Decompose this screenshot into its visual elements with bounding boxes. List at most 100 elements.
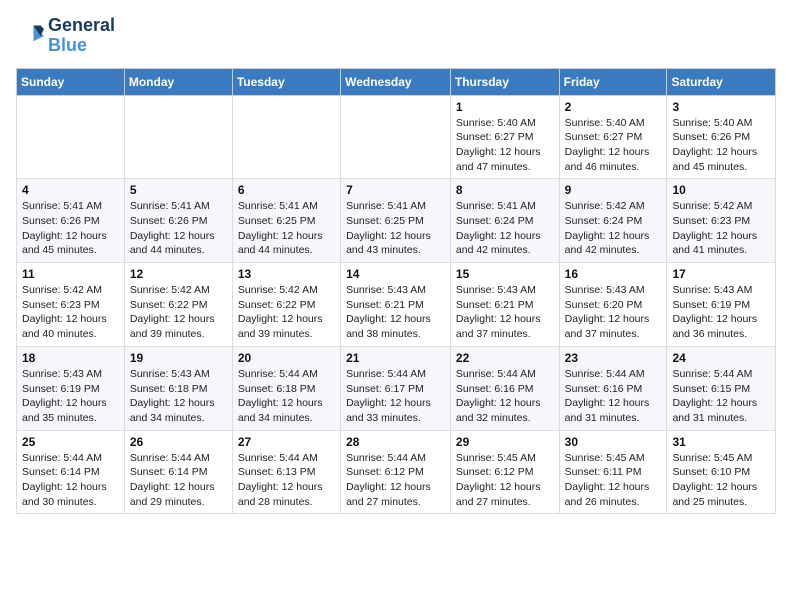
cell-info: Sunrise: 5:42 AM Sunset: 6:23 PM Dayligh… bbox=[22, 283, 119, 342]
day-number: 13 bbox=[238, 267, 335, 281]
weekday-header: Monday bbox=[124, 68, 232, 95]
calendar-cell: 14 Sunrise: 5:43 AM Sunset: 6:21 PM Dayli… bbox=[341, 263, 451, 347]
calendar-cell: 27 Sunrise: 5:44 AM Sunset: 6:13 PM Dayli… bbox=[232, 430, 340, 514]
cell-info: Sunrise: 5:40 AM Sunset: 6:26 PM Dayligh… bbox=[672, 116, 770, 175]
day-number: 10 bbox=[672, 183, 770, 197]
calendar-cell: 7 Sunrise: 5:41 AM Sunset: 6:25 PM Daylig… bbox=[341, 179, 451, 263]
day-number: 8 bbox=[456, 183, 554, 197]
logo-icon bbox=[16, 22, 44, 50]
calendar-cell: 12 Sunrise: 5:42 AM Sunset: 6:22 PM Dayli… bbox=[124, 263, 232, 347]
calendar-cell: 19 Sunrise: 5:43 AM Sunset: 6:18 PM Dayli… bbox=[124, 346, 232, 430]
cell-info: Sunrise: 5:42 AM Sunset: 6:23 PM Dayligh… bbox=[672, 199, 770, 258]
calendar-cell: 31 Sunrise: 5:45 AM Sunset: 6:10 PM Dayli… bbox=[667, 430, 776, 514]
calendar-cell: 17 Sunrise: 5:43 AM Sunset: 6:19 PM Dayli… bbox=[667, 263, 776, 347]
calendar-cell: 16Sunrise: 5:43 AM Sunset: 6:20 PM Dayli… bbox=[559, 263, 667, 347]
day-number: 17 bbox=[672, 267, 770, 281]
calendar-cell: 1 Sunrise: 5:40 AM Sunset: 6:27 PM Daylig… bbox=[450, 95, 559, 179]
calendar-cell bbox=[17, 95, 125, 179]
calendar-cell: 20 Sunrise: 5:44 AM Sunset: 6:18 PM Dayli… bbox=[232, 346, 340, 430]
calendar-cell: 2Sunrise: 5:40 AM Sunset: 6:27 PM Daylig… bbox=[559, 95, 667, 179]
calendar-cell: 3 Sunrise: 5:40 AM Sunset: 6:26 PM Daylig… bbox=[667, 95, 776, 179]
cell-info: Sunrise: 5:44 AM Sunset: 6:16 PM Dayligh… bbox=[456, 367, 554, 426]
day-number: 22 bbox=[456, 351, 554, 365]
calendar-cell: 8 Sunrise: 5:41 AM Sunset: 6:24 PM Daylig… bbox=[450, 179, 559, 263]
cell-info: Sunrise: 5:41 AM Sunset: 6:26 PM Dayligh… bbox=[22, 199, 119, 258]
cell-info: Sunrise: 5:44 AM Sunset: 6:13 PM Dayligh… bbox=[238, 451, 335, 510]
day-number: 27 bbox=[238, 435, 335, 449]
calendar-cell bbox=[232, 95, 340, 179]
calendar-cell bbox=[341, 95, 451, 179]
weekday-header: Saturday bbox=[667, 68, 776, 95]
day-number: 29 bbox=[456, 435, 554, 449]
cell-info: Sunrise: 5:43 AM Sunset: 6:19 PM Dayligh… bbox=[672, 283, 770, 342]
day-number: 31 bbox=[672, 435, 770, 449]
logo-text: General Blue bbox=[48, 16, 115, 56]
cell-info: Sunrise: 5:44 AM Sunset: 6:14 PM Dayligh… bbox=[130, 451, 227, 510]
day-number: 7 bbox=[346, 183, 445, 197]
day-number: 24 bbox=[672, 351, 770, 365]
calendar-cell: 13 Sunrise: 5:42 AM Sunset: 6:22 PM Dayli… bbox=[232, 263, 340, 347]
calendar-cell: 23 Sunrise: 5:44 AM Sunset: 6:16 PM Dayli… bbox=[559, 346, 667, 430]
cell-info: Sunrise: 5:44 AM Sunset: 6:18 PM Dayligh… bbox=[238, 367, 335, 426]
calendar-cell: 21 Sunrise: 5:44 AM Sunset: 6:17 PM Dayli… bbox=[341, 346, 451, 430]
calendar-cell: 26 Sunrise: 5:44 AM Sunset: 6:14 PM Dayli… bbox=[124, 430, 232, 514]
cell-info: Sunrise: 5:43 AM Sunset: 6:21 PM Dayligh… bbox=[456, 283, 554, 342]
day-number: 9 bbox=[565, 183, 662, 197]
calendar-cell: 9Sunrise: 5:42 AM Sunset: 6:24 PM Daylig… bbox=[559, 179, 667, 263]
calendar-cell: 5 Sunrise: 5:41 AM Sunset: 6:26 PM Daylig… bbox=[124, 179, 232, 263]
day-number: 2 bbox=[565, 100, 662, 114]
day-number: 25 bbox=[22, 435, 119, 449]
cell-info: Sunrise: 5:44 AM Sunset: 6:17 PM Dayligh… bbox=[346, 367, 445, 426]
day-number: 4 bbox=[22, 183, 119, 197]
calendar-cell: 18 Sunrise: 5:43 AM Sunset: 6:19 PM Dayli… bbox=[17, 346, 125, 430]
cell-info: Sunrise: 5:44 AM Sunset: 6:12 PM Dayligh… bbox=[346, 451, 445, 510]
weekday-header: Wednesday bbox=[341, 68, 451, 95]
calendar-cell: 25Sunrise: 5:44 AM Sunset: 6:14 PM Dayli… bbox=[17, 430, 125, 514]
cell-info: Sunrise: 5:45 AM Sunset: 6:11 PM Dayligh… bbox=[565, 451, 662, 510]
cell-info: Sunrise: 5:43 AM Sunset: 6:18 PM Dayligh… bbox=[130, 367, 227, 426]
calendar-table: SundayMondayTuesdayWednesdayThursdayFrid… bbox=[16, 68, 776, 515]
weekday-header: Sunday bbox=[17, 68, 125, 95]
day-number: 19 bbox=[130, 351, 227, 365]
day-number: 5 bbox=[130, 183, 227, 197]
cell-info: Sunrise: 5:44 AM Sunset: 6:15 PM Dayligh… bbox=[672, 367, 770, 426]
calendar-cell: 15 Sunrise: 5:43 AM Sunset: 6:21 PM Dayli… bbox=[450, 263, 559, 347]
cell-info: Sunrise: 5:43 AM Sunset: 6:21 PM Dayligh… bbox=[346, 283, 445, 342]
calendar-cell: 10 Sunrise: 5:42 AM Sunset: 6:23 PM Dayli… bbox=[667, 179, 776, 263]
logo: General Blue bbox=[16, 16, 115, 56]
calendar-cell: 11 Sunrise: 5:42 AM Sunset: 6:23 PM Dayli… bbox=[17, 263, 125, 347]
day-number: 20 bbox=[238, 351, 335, 365]
cell-info: Sunrise: 5:43 AM Sunset: 6:19 PM Dayligh… bbox=[22, 367, 119, 426]
day-number: 23 bbox=[565, 351, 662, 365]
day-number: 12 bbox=[130, 267, 227, 281]
day-number: 14 bbox=[346, 267, 445, 281]
day-number: 28 bbox=[346, 435, 445, 449]
weekday-header: Friday bbox=[559, 68, 667, 95]
day-number: 15 bbox=[456, 267, 554, 281]
weekday-header: Thursday bbox=[450, 68, 559, 95]
calendar-cell: 28 Sunrise: 5:44 AM Sunset: 6:12 PM Dayli… bbox=[341, 430, 451, 514]
day-number: 18 bbox=[22, 351, 119, 365]
calendar-cell: 6 Sunrise: 5:41 AM Sunset: 6:25 PM Daylig… bbox=[232, 179, 340, 263]
day-number: 21 bbox=[346, 351, 445, 365]
cell-info: Sunrise: 5:42 AM Sunset: 6:22 PM Dayligh… bbox=[238, 283, 335, 342]
day-number: 11 bbox=[22, 267, 119, 281]
cell-info: Sunrise: 5:40 AM Sunset: 6:27 PM Dayligh… bbox=[456, 116, 554, 175]
cell-info: Sunrise: 5:43 AM Sunset: 6:20 PM Dayligh… bbox=[565, 283, 662, 342]
cell-info: Sunrise: 5:41 AM Sunset: 6:25 PM Dayligh… bbox=[346, 199, 445, 258]
day-number: 1 bbox=[456, 100, 554, 114]
calendar-cell bbox=[124, 95, 232, 179]
page-header: General Blue bbox=[16, 16, 776, 56]
day-number: 6 bbox=[238, 183, 335, 197]
cell-info: Sunrise: 5:41 AM Sunset: 6:24 PM Dayligh… bbox=[456, 199, 554, 258]
day-number: 30 bbox=[565, 435, 662, 449]
calendar-cell: 4 Sunrise: 5:41 AM Sunset: 6:26 PM Daylig… bbox=[17, 179, 125, 263]
cell-info: Sunrise: 5:42 AM Sunset: 6:22 PM Dayligh… bbox=[130, 283, 227, 342]
cell-info: Sunrise: 5:45 AM Sunset: 6:10 PM Dayligh… bbox=[672, 451, 770, 510]
cell-info: Sunrise: 5:41 AM Sunset: 6:25 PM Dayligh… bbox=[238, 199, 335, 258]
cell-info: Sunrise: 5:41 AM Sunset: 6:26 PM Dayligh… bbox=[130, 199, 227, 258]
cell-info: Sunrise: 5:44 AM Sunset: 6:16 PM Dayligh… bbox=[565, 367, 662, 426]
day-number: 3 bbox=[672, 100, 770, 114]
calendar-cell: 22 Sunrise: 5:44 AM Sunset: 6:16 PM Dayli… bbox=[450, 346, 559, 430]
day-number: 26 bbox=[130, 435, 227, 449]
